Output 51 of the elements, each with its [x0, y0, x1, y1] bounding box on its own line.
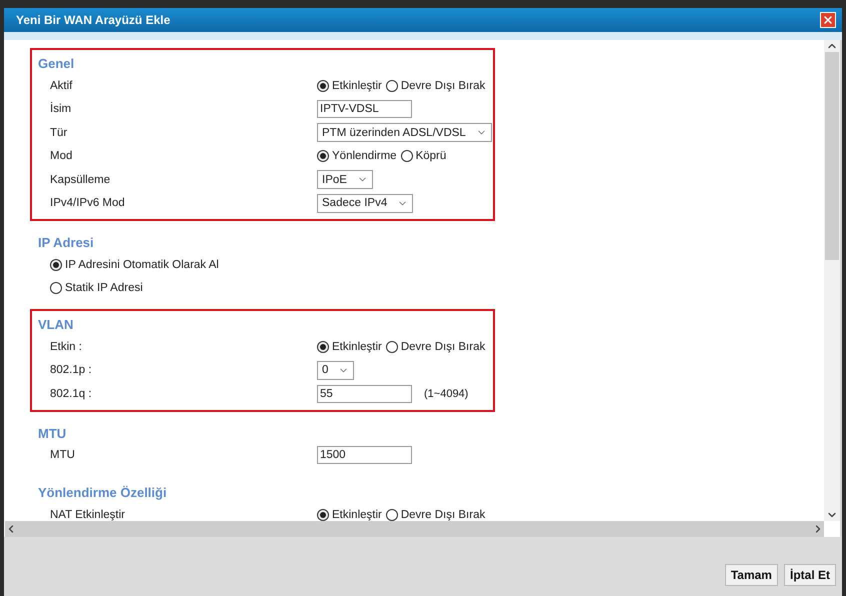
- field-label: 802.1p :: [50, 364, 93, 376]
- radio-option[interactable]: Yönlendirme: [317, 150, 397, 162]
- radio-icon[interactable]: [386, 508, 398, 521]
- field-label: Kapsülleme: [50, 174, 112, 186]
- field-label: IPv4/IPv6 Mod: [50, 197, 126, 210]
- radio-icon[interactable]: [50, 282, 62, 294]
- radio-option[interactable]: Etkinleştir: [317, 80, 382, 92]
- window-title: Yeni Bir WAN Arayüzü Ekle: [16, 13, 170, 27]
- close-button[interactable]: [820, 12, 836, 28]
- dropdown[interactable]: PTM üzerinden ADSL/VDSL: [317, 123, 492, 142]
- input-field[interactable]: IPTV-VDSL: [317, 100, 412, 118]
- radio-option[interactable]: Devre Dışı Bırak: [386, 340, 486, 353]
- field-label: Aktif: [50, 80, 74, 92]
- radio-option[interactable]: Etkinleştir: [317, 340, 382, 353]
- radio-option[interactable]: Etkinleştir: [317, 508, 382, 521]
- radio-icon[interactable]: [386, 340, 398, 353]
- field-label: 802.1q :: [50, 388, 93, 400]
- field-label: NAT Etkinleştir: [50, 508, 126, 521]
- field-label: İsim: [50, 103, 72, 116]
- field-label: Etkin :: [50, 340, 83, 353]
- radio-icon[interactable]: [317, 80, 329, 92]
- range-hint: (1~4094): [424, 388, 468, 400]
- radio-icon[interactable]: [317, 508, 329, 521]
- radio-icon[interactable]: [386, 80, 398, 92]
- input-field[interactable]: 1500: [317, 446, 412, 464]
- dialog-button[interactable]: İptal Et: [784, 564, 836, 586]
- radio-icon[interactable]: [317, 150, 329, 162]
- radio-icon[interactable]: [50, 258, 62, 270]
- radio-option[interactable]: IP Adresini Otomatik Olarak Al: [50, 258, 219, 270]
- dropdown[interactable]: 0: [317, 360, 354, 380]
- section-title: Yönlendirme Özelliği: [38, 485, 168, 500]
- field-label: Tür: [50, 126, 68, 139]
- section-title: MTU: [38, 426, 68, 440]
- field-label: Mod: [50, 150, 74, 162]
- radio-option[interactable]: Devre Dışı Bırak: [386, 80, 486, 92]
- section-title: IP Adresi: [38, 235, 95, 250]
- radio-option[interactable]: Statik IP Adresi: [50, 282, 143, 294]
- dropdown[interactable]: IPoE: [317, 170, 373, 190]
- radio-icon[interactable]: [400, 150, 413, 162]
- radio-option[interactable]: Köprü: [400, 150, 446, 162]
- input-field[interactable]: 55: [317, 384, 412, 403]
- vertical-scrollbar[interactable]: [824, 40, 840, 521]
- section-title: VLAN: [38, 317, 74, 332]
- radio-option[interactable]: Devre Dışı Bırak: [386, 508, 486, 521]
- field-label: MTU: [50, 449, 76, 462]
- radio-icon[interactable]: [317, 340, 329, 353]
- section-title: Genel: [38, 56, 76, 71]
- close-icon: [822, 14, 834, 26]
- horizontal-scrollbar[interactable]: [4, 521, 824, 537]
- dialog-button[interactable]: Tamam: [724, 564, 778, 586]
- dropdown[interactable]: Sadece IPv4: [317, 194, 414, 213]
